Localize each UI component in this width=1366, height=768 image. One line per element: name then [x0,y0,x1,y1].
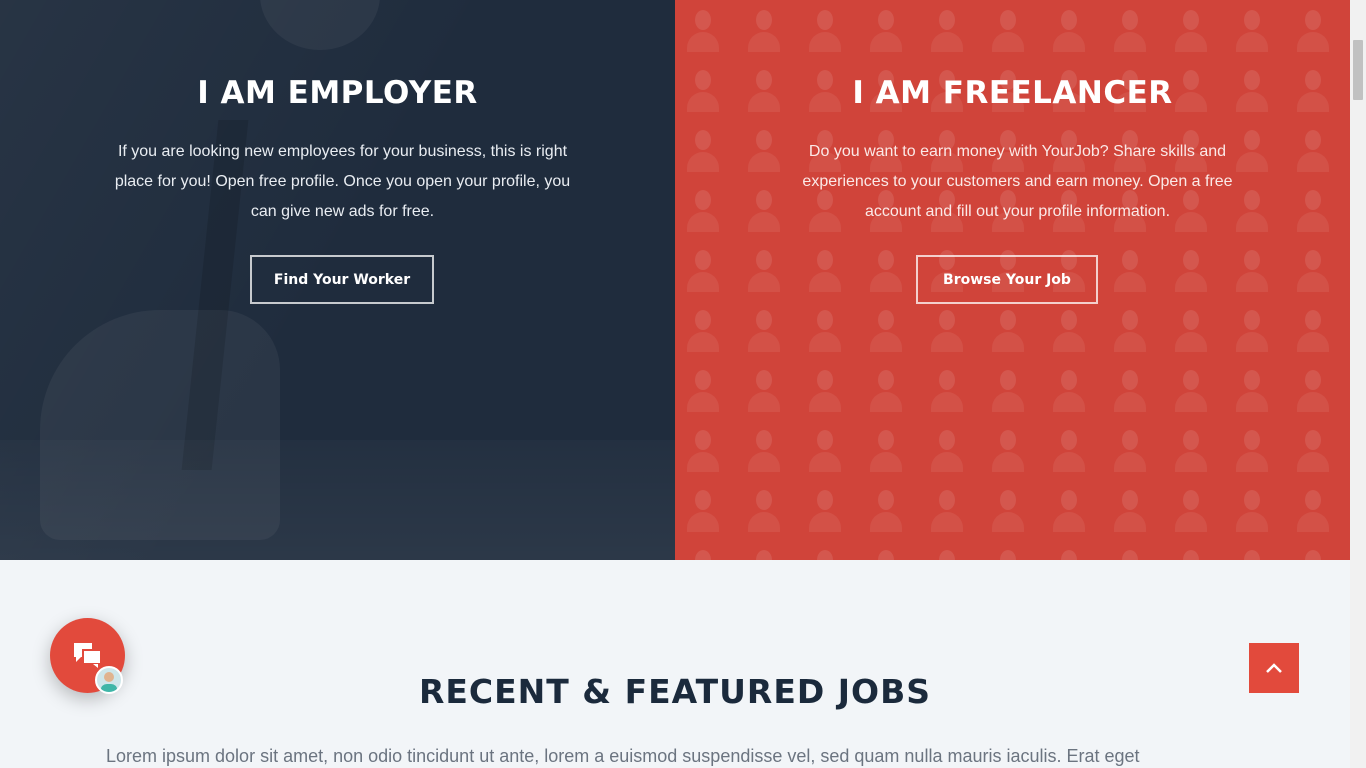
face-thumbnail [1293,304,1333,352]
employer-description: If you are looking new employees for you… [114,143,571,220]
face-thumbnail [927,304,967,352]
face-thumbnail [1232,364,1272,412]
freelancer-title: I AM FREELANCER [852,75,1173,111]
face-thumbnail [1171,424,1211,472]
face-thumbnail [683,544,723,560]
face-thumbnail [866,544,906,560]
face-thumbnail [744,364,784,412]
browse-your-job-button[interactable]: Browse Your Job [916,255,1098,304]
face-thumbnail [927,424,967,472]
face-thumbnail [744,244,784,292]
chat-bubbles-icon [74,643,102,668]
face-thumbnail [683,244,723,292]
page-scrollbar[interactable] [1350,0,1366,768]
freelancer-panel: I AM FREELANCER Do you want to earn mone… [675,0,1350,560]
face-thumbnail [1171,244,1211,292]
face-thumbnail [1110,544,1150,560]
face-thumbnail [683,484,723,532]
face-thumbnail [1171,304,1211,352]
face-thumbnail [1293,484,1333,532]
face-thumbnail [1049,424,1089,472]
face-thumbnail [988,364,1028,412]
face-thumbnail [805,424,845,472]
face-thumbnail [866,244,906,292]
face-thumbnail [1232,244,1272,292]
face-thumbnail [1232,4,1272,52]
face-thumbnail [866,304,906,352]
face-thumbnail [683,124,723,172]
face-thumbnail [805,364,845,412]
face-thumbnail [1293,184,1333,232]
face-thumbnail [1293,124,1333,172]
face-thumbnail [1049,304,1089,352]
face-thumbnail [866,424,906,472]
face-thumbnail [1110,424,1150,472]
face-thumbnail [805,4,845,52]
section-title: RECENT & FEATURED JOBS [418,672,932,711]
face-thumbnail [1049,484,1089,532]
face-thumbnail [1293,364,1333,412]
face-thumbnail [1232,424,1272,472]
face-thumbnail [683,4,723,52]
face-thumbnail [988,484,1028,532]
face-thumbnail [744,304,784,352]
chevron-up-icon [1266,663,1282,673]
face-thumbnail [1110,244,1150,292]
face-thumbnail [1232,484,1272,532]
employer-panel: I AM EMPLOYER If you are looking new emp… [0,0,675,560]
face-thumbnail [988,544,1028,560]
face-thumbnail [1110,4,1150,52]
face-thumbnail [1049,364,1089,412]
face-thumbnail [988,4,1028,52]
face-thumbnail [683,184,723,232]
face-thumbnail [1293,244,1333,292]
face-thumbnail [927,364,967,412]
section-lead-text: Lorem ipsum dolor sit amet, non odio tin… [106,746,1140,766]
face-thumbnail [1049,4,1089,52]
face-thumbnail [1171,364,1211,412]
face-thumbnail [988,424,1028,472]
face-thumbnail [683,364,723,412]
face-thumbnail [744,484,784,532]
face-thumbnail [1232,544,1272,560]
face-thumbnail [1110,484,1150,532]
face-thumbnail [683,304,723,352]
face-thumbnail [744,424,784,472]
face-thumbnail [805,304,845,352]
face-thumbnail [683,424,723,472]
face-thumbnail [1293,544,1333,560]
face-thumbnail [744,4,784,52]
face-thumbnail [805,544,845,560]
hero-split: I AM EMPLOYER If you are looking new emp… [0,0,1350,560]
face-thumbnail [927,544,967,560]
employer-title: I AM EMPLOYER [197,75,478,111]
face-thumbnail [927,484,967,532]
face-thumbnail [988,304,1028,352]
scrollbar-thumb[interactable] [1353,40,1363,100]
face-thumbnail [1293,4,1333,52]
face-thumbnail [744,544,784,560]
face-thumbnail [805,244,845,292]
face-thumbnail [866,364,906,412]
find-your-worker-button[interactable]: Find Your Worker [250,255,434,304]
face-thumbnail [1171,484,1211,532]
face-thumbnail [1110,304,1150,352]
face-thumbnail [1110,364,1150,412]
face-thumbnail [1049,544,1089,560]
face-thumbnail [866,484,906,532]
face-thumbnail [866,4,906,52]
agent-avatar[interactable] [95,666,123,694]
face-thumbnail [1171,4,1211,52]
face-thumbnail [927,4,967,52]
face-thumbnail [1293,424,1333,472]
face-thumbnail [1232,304,1272,352]
face-thumbnail [805,484,845,532]
freelancer-description: Do you want to earn money with YourJob? … [802,143,1233,220]
avatar-icon [101,672,117,692]
face-thumbnail [1171,544,1211,560]
scroll-to-top-button[interactable] [1249,643,1299,693]
